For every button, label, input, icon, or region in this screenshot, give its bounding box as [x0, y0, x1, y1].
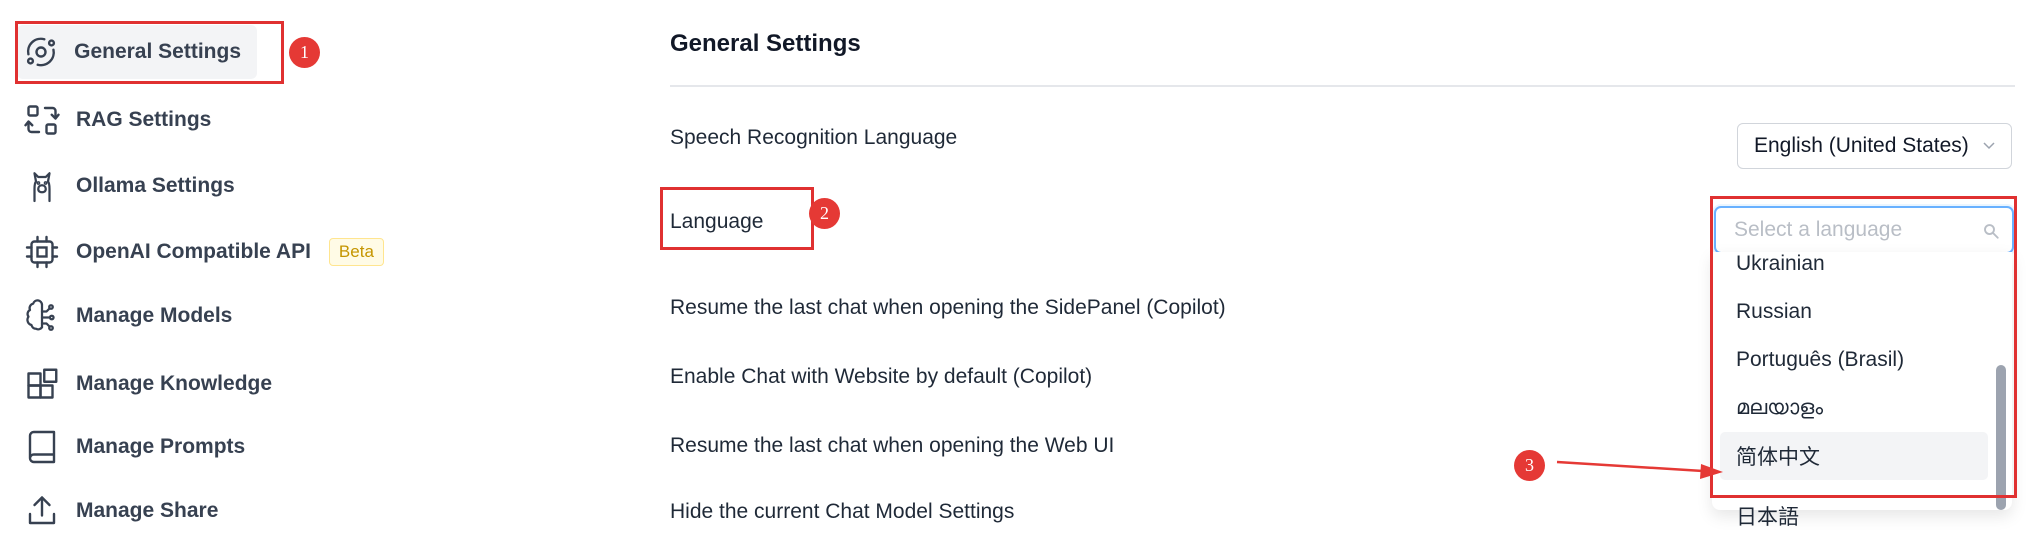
sidebar-item-rag-settings[interactable]: RAG Settings [17, 93, 227, 147]
share-icon [23, 492, 61, 530]
resume-sidepanel-label: Resume the last chat when opening the Si… [670, 296, 1226, 319]
chevron-down-icon [1983, 142, 1995, 150]
brain-icon [23, 297, 61, 335]
hide-model-settings-label: Hide the current Chat Model Settings [670, 500, 1015, 523]
sidebar-item-manage-share[interactable]: Manage Share [17, 484, 234, 538]
sidebar-item-label: Ollama Settings [76, 174, 235, 197]
sidebar-item-openai-api[interactable]: OpenAI Compatible API Beta [17, 225, 400, 279]
divider [670, 85, 2015, 87]
sidebar-item-label: Manage Models [76, 304, 233, 327]
beta-badge: Beta [328, 238, 384, 266]
annotation-box-general-settings [15, 21, 284, 84]
sidebar-item-label: OpenAI Compatible API [76, 240, 311, 263]
resume-webui-label: Resume the last chat when opening the We… [670, 434, 1115, 457]
cpu-icon [23, 233, 61, 271]
book-icon [23, 428, 61, 466]
sidebar-item-label: Manage Share [76, 499, 219, 522]
sidebar-item-manage-prompts[interactable]: Manage Prompts [17, 420, 261, 474]
sidebar-item-ollama-settings[interactable]: Ollama Settings [17, 159, 251, 213]
annotation-marker-3: 3 [1514, 450, 1545, 481]
page-title: General Settings [670, 30, 861, 57]
blocks-icon [23, 365, 61, 403]
annotation-marker-2: 2 [809, 198, 840, 229]
language-option[interactable]: 日本語 [1720, 492, 1988, 540]
annotation-marker-1: 1 [289, 37, 320, 68]
sidebar-item-label: RAG Settings [76, 108, 212, 131]
speech-language-value: English (United States) [1754, 134, 1969, 157]
annotation-box-dropdown [1710, 196, 2017, 498]
sidebar-item-manage-knowledge[interactable]: Manage Knowledge [17, 357, 288, 411]
speech-language-select[interactable]: English (United States) [1737, 123, 2012, 169]
speech-recognition-label: Speech Recognition Language [670, 126, 958, 149]
annotation-arrow [1556, 460, 1723, 479]
annotation-box-language [660, 187, 814, 250]
chat-with-website-label: Enable Chat with Website by default (Cop… [670, 365, 1093, 388]
rag-transfer-icon [23, 101, 61, 139]
sidebar-item-label: Manage Knowledge [76, 372, 273, 395]
llama-icon [23, 167, 61, 205]
sidebar-item-label: Manage Prompts [76, 435, 246, 458]
sidebar-item-manage-models[interactable]: Manage Models [17, 289, 248, 343]
